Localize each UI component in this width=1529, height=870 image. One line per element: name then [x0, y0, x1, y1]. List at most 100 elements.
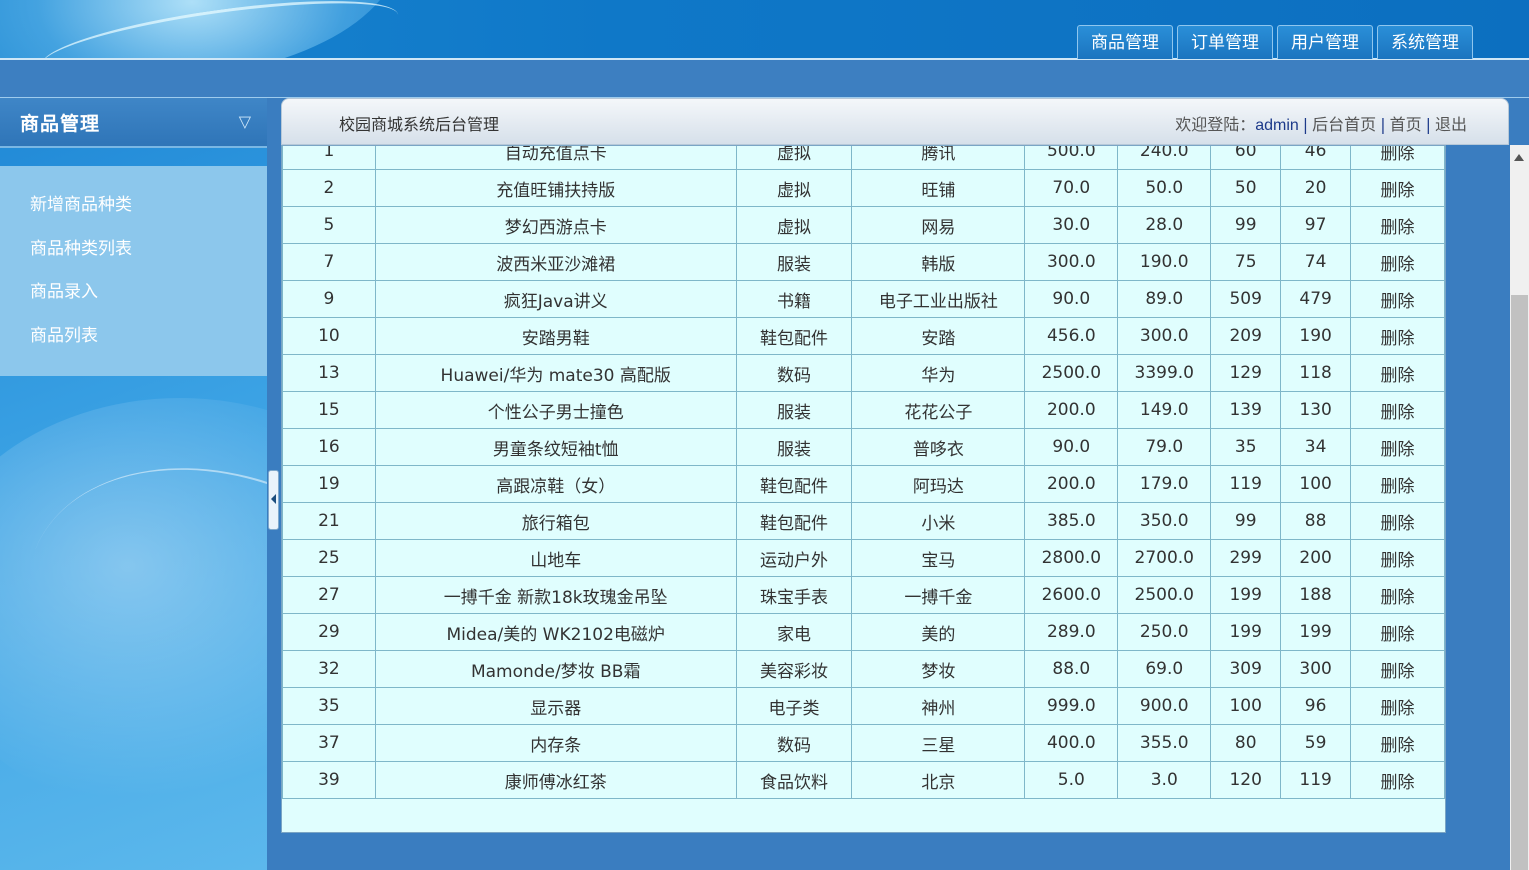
sidebar-item-add-category[interactable]: 新增商品种类	[0, 184, 267, 228]
goods-stock: 60	[1210, 146, 1282, 170]
goods-sold: 300	[1280, 650, 1352, 688]
chevron-down-icon[interactable]: ▽	[239, 114, 251, 130]
delete-link[interactable]: 删除	[1350, 724, 1445, 762]
table-row: 19 高跟凉鞋（女） 鞋包配件 阿玛达 200.0 179.0 119 100 删除	[282, 465, 1445, 503]
goods-brand: 旺铺	[851, 169, 1026, 207]
delete-link[interactable]: 删除	[1350, 354, 1445, 392]
delete-link[interactable]: 删除	[1350, 243, 1445, 281]
tab-goods-management[interactable]: 商品管理	[1077, 25, 1173, 59]
sidebar-item-goods-list[interactable]: 商品列表	[0, 315, 267, 359]
delete-link[interactable]: 删除	[1350, 146, 1445, 170]
tab-order-management[interactable]: 订单管理	[1177, 25, 1273, 59]
goods-sale-price: 28.0	[1117, 206, 1212, 244]
goods-category: 服装	[735, 391, 853, 429]
goods-name: 一搏千金 新款18k玫瑰金吊坠	[374, 576, 737, 614]
goods-price: 456.0	[1024, 317, 1119, 355]
goods-price: 90.0	[1024, 428, 1119, 466]
table-row: 7 波西米亚沙滩裙 服装 韩版 300.0 190.0 75 74 删除	[282, 243, 1445, 281]
goods-sold: 20	[1280, 169, 1352, 207]
goods-price: 2800.0	[1024, 539, 1119, 577]
goods-brand: 神州	[851, 687, 1026, 725]
goods-price: 5.0	[1024, 761, 1119, 799]
tab-user-management[interactable]: 用户管理	[1277, 25, 1373, 59]
goods-sale-price: 79.0	[1117, 428, 1212, 466]
delete-link[interactable]: 删除	[1350, 465, 1445, 503]
goods-name: 内存条	[374, 724, 737, 762]
goods-brand: 美的	[851, 613, 1026, 651]
goods-stock: 309	[1210, 650, 1282, 688]
delete-link[interactable]: 删除	[1350, 169, 1445, 207]
welcome-label: 欢迎登陆：	[1175, 115, 1256, 134]
table-row: 16 男童条纹短袖t恤 服装 普哆衣 90.0 79.0 35 34 删除	[282, 428, 1445, 466]
goods-price: 2600.0	[1024, 576, 1119, 614]
goods-id: 5	[282, 206, 376, 244]
tab-system-management[interactable]: 系统管理	[1377, 25, 1473, 59]
goods-brand: 宝马	[851, 539, 1026, 577]
goods-brand: 腾讯	[851, 146, 1026, 170]
goods-stock: 509	[1210, 280, 1282, 318]
goods-sold: 97	[1280, 206, 1352, 244]
scroll-up-arrow-icon[interactable]	[1514, 154, 1524, 161]
goods-id: 1	[282, 146, 376, 170]
delete-link[interactable]: 删除	[1350, 576, 1445, 614]
goods-price: 30.0	[1024, 206, 1119, 244]
goods-id: 13	[282, 354, 376, 392]
goods-sold: 190	[1280, 317, 1352, 355]
delete-link[interactable]: 删除	[1350, 428, 1445, 466]
goods-sold: 74	[1280, 243, 1352, 281]
table-row: 39 康师傅冰红茶 食品饮料 北京 5.0 3.0 120 119 删除	[282, 761, 1445, 799]
goods-sold: 188	[1280, 576, 1352, 614]
goods-sold: 119	[1280, 761, 1352, 799]
delete-link[interactable]: 删除	[1350, 502, 1445, 540]
goods-price: 88.0	[1024, 650, 1119, 688]
page-title: 校园商城系统后台管理	[339, 115, 500, 134]
table-row: 29 Midea/美的 WK2102电磁炉 家电 美的 289.0 250.0 199 199…	[282, 613, 1445, 651]
delete-link[interactable]: 删除	[1350, 650, 1445, 688]
goods-sold: 200	[1280, 539, 1352, 577]
delete-link[interactable]: 删除	[1350, 761, 1445, 799]
table-row: 15 个性公子男士撞色 服装 花花公子 200.0 149.0 139 130 删除	[282, 391, 1445, 429]
sidebar-collapse-handle[interactable]	[268, 470, 279, 530]
sidebar-item-goods-entry[interactable]: 商品录入	[0, 271, 267, 315]
goods-sold: 96	[1280, 687, 1352, 725]
goods-category: 食品饮料	[735, 761, 853, 799]
goods-sale-price: 179.0	[1117, 465, 1212, 503]
goods-category: 服装	[735, 428, 853, 466]
delete-link[interactable]: 删除	[1350, 613, 1445, 651]
goods-brand: 小米	[851, 502, 1026, 540]
table-row: 5 梦幻西游点卡 虚拟 网易 30.0 28.0 99 97 删除	[282, 206, 1445, 244]
goods-stock: 99	[1210, 502, 1282, 540]
delete-link[interactable]: 删除	[1350, 539, 1445, 577]
goods-stock: 75	[1210, 243, 1282, 281]
admin-home-link[interactable]: 后台首页	[1312, 115, 1376, 134]
delete-link[interactable]: 删除	[1350, 687, 1445, 725]
main-header: 校园商城系统后台管理 欢迎登陆：admin | 后台首页 | 首页 | 退出	[281, 98, 1509, 145]
goods-price: 200.0	[1024, 391, 1119, 429]
goods-sold: 46	[1280, 146, 1352, 170]
logout-link[interactable]: 退出	[1435, 115, 1467, 134]
delete-link[interactable]: 删除	[1350, 317, 1445, 355]
goods-brand: 梦妆	[851, 650, 1026, 688]
scrollbar-thumb[interactable]	[1511, 295, 1528, 870]
sidebar-item-category-list[interactable]: 商品种类列表	[0, 228, 267, 272]
table-row: 25 山地车 运动户外 宝马 2800.0 2700.0 299 200 删除	[282, 539, 1445, 577]
goods-id: 32	[282, 650, 376, 688]
delete-link[interactable]: 删除	[1350, 391, 1445, 429]
scrollbar[interactable]	[1510, 145, 1529, 870]
table-row: 27 一搏千金 新款18k玫瑰金吊坠 珠宝手表 一搏千金 2600.0 2500.0 199…	[282, 576, 1445, 614]
sidebar-header[interactable]: 商品管理 ▽	[0, 98, 267, 148]
goods-brand: 花花公子	[851, 391, 1026, 429]
goods-id: 35	[282, 687, 376, 725]
goods-stock: 50	[1210, 169, 1282, 207]
home-link[interactable]: 首页	[1390, 115, 1422, 134]
delete-link[interactable]: 删除	[1350, 280, 1445, 318]
goods-category: 家电	[735, 613, 853, 651]
goods-table-container[interactable]: 1 自动充值点卡 虚拟 腾讯 500.0 240.0 60 46 删除 2 充值旺铺扶持版 虚拟 旺铺 7…	[281, 145, 1446, 833]
delete-link[interactable]: 删除	[1350, 206, 1445, 244]
goods-brand: 北京	[851, 761, 1026, 799]
goods-sale-price: 355.0	[1117, 724, 1212, 762]
goods-sold: 199	[1280, 613, 1352, 651]
goods-sale-price: 300.0	[1117, 317, 1212, 355]
goods-id: 29	[282, 613, 376, 651]
goods-sold: 100	[1280, 465, 1352, 503]
